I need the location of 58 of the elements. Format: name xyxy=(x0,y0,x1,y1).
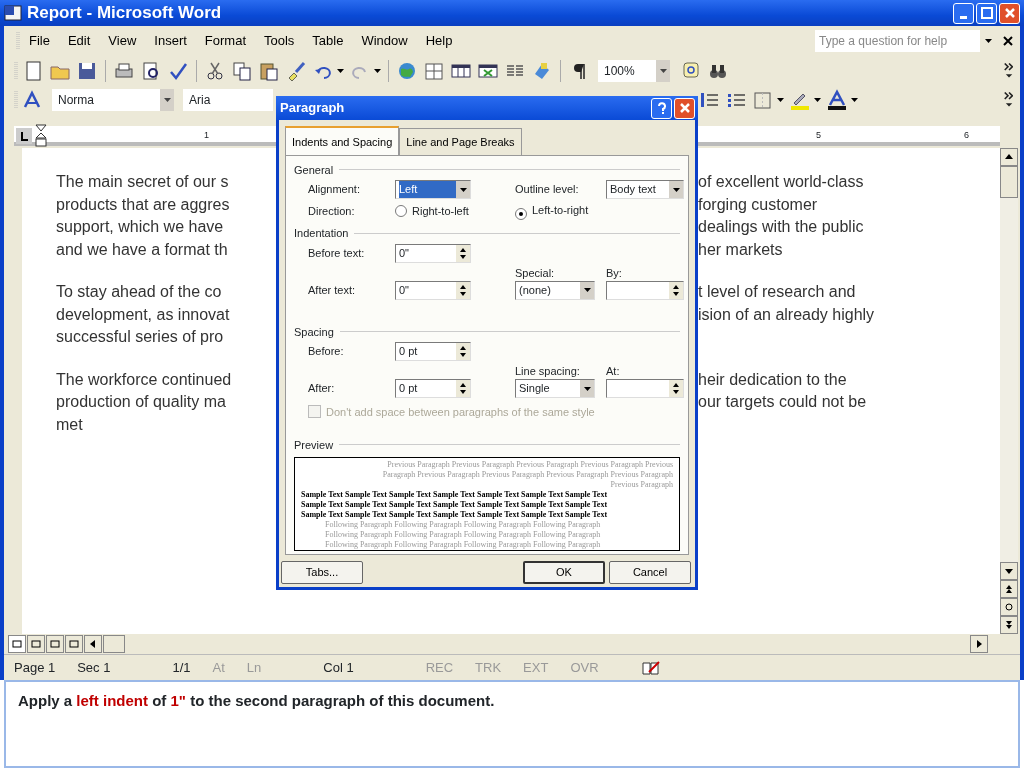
status-item: EXT xyxy=(522,658,550,677)
text-line: development, as innovat xyxy=(56,304,231,325)
field-label: Before: xyxy=(308,344,345,360)
field-label: Before text: xyxy=(308,245,366,261)
preview-text: Sample Text Sample Text Sample Text Sample Text Sample Text Sample Text Sample Text xyxy=(300,510,609,520)
group-heading: General xyxy=(294,162,334,178)
field-label: After text: xyxy=(308,282,357,298)
group-heading: Spacing xyxy=(294,324,334,340)
field-label: Alignment: xyxy=(308,182,361,198)
text-line: t level of research and xyxy=(698,282,857,302)
text-line: her markets xyxy=(698,239,784,260)
status-item: 1/1 xyxy=(171,658,192,677)
text-line: met xyxy=(56,414,84,435)
text-line: successful series of pro xyxy=(56,327,225,347)
status-item: Col 1 xyxy=(322,658,355,677)
text-line: of excellent world-class xyxy=(698,172,865,192)
text-line: The workforce continued xyxy=(56,369,233,390)
preview-text: Paragraph Previous Paragraph Previous Paragraph Previous Paragraph Previous Paragraph xyxy=(381,470,674,480)
field-label: By: xyxy=(606,265,623,281)
status-item: Sec 1 xyxy=(76,658,112,677)
ruler-number: 5 xyxy=(816,129,821,142)
text-line: The main secret of our s xyxy=(56,172,230,192)
ruler-number: 6 xyxy=(964,129,969,142)
text-line: products that are aggres xyxy=(56,194,231,215)
status-item: OVR xyxy=(569,658,600,677)
text-line: ision of an already highly xyxy=(698,304,876,325)
preview-text: Previous Paragraph Previous Paragraph Previous Paragraph Previous Paragraph Previous xyxy=(386,460,674,470)
status-item: At xyxy=(211,658,226,677)
preview-text: Sample Text Sample Text Sample Text Sample Text Sample Text Sample Text Sample Text xyxy=(300,490,609,500)
window-title: Report - Microsoft Word xyxy=(27,2,223,25)
text-line: support, which we have xyxy=(56,217,225,237)
field-label: Line spacing: xyxy=(515,364,581,379)
status-item: Ln xyxy=(245,658,263,677)
field-label: Special: xyxy=(515,265,556,281)
text-line: production of quality ma xyxy=(56,392,227,412)
status-item: REC xyxy=(424,658,455,677)
text-line: forging customer xyxy=(698,194,819,215)
dialog-title: Paragraph xyxy=(280,99,346,118)
text-line: heir dedication to the xyxy=(698,369,848,390)
field-label: Outline level: xyxy=(515,182,580,198)
instruction-text: Apply a left indent of 1" to the second paragraph of this document. xyxy=(4,680,1020,768)
preview-text: Previous Paragraph xyxy=(609,480,674,490)
preview-text: Following Paragraph Following Paragraph Following Paragraph Following Paragraph xyxy=(324,530,602,540)
field-label: At: xyxy=(606,364,621,379)
group-heading: Indentation xyxy=(294,226,349,241)
field-label: Direction: xyxy=(308,203,356,219)
preview-text: Following Paragraph Following Paragraph Following Paragraph Following Paragraph xyxy=(324,520,602,530)
status-item: Page 1 xyxy=(13,658,57,677)
preview-text: Sample Text Sample Text Sample Text Sample Text Sample Text Sample Text Sample Text xyxy=(300,500,609,510)
text-line: dealings with the public xyxy=(698,217,865,237)
text-line: our targets could not be xyxy=(698,392,868,412)
group-heading: Preview xyxy=(294,437,334,453)
field-label: After: xyxy=(308,381,336,397)
status-item: TRK xyxy=(474,658,503,677)
text-line: To stay ahead of the co xyxy=(56,282,223,302)
preview-text: Following Paragraph Following Paragraph Following Paragraph Following Paragraph xyxy=(324,540,602,550)
ruler-number: 1 xyxy=(204,129,209,142)
text-line: and we have a format th xyxy=(56,239,229,260)
